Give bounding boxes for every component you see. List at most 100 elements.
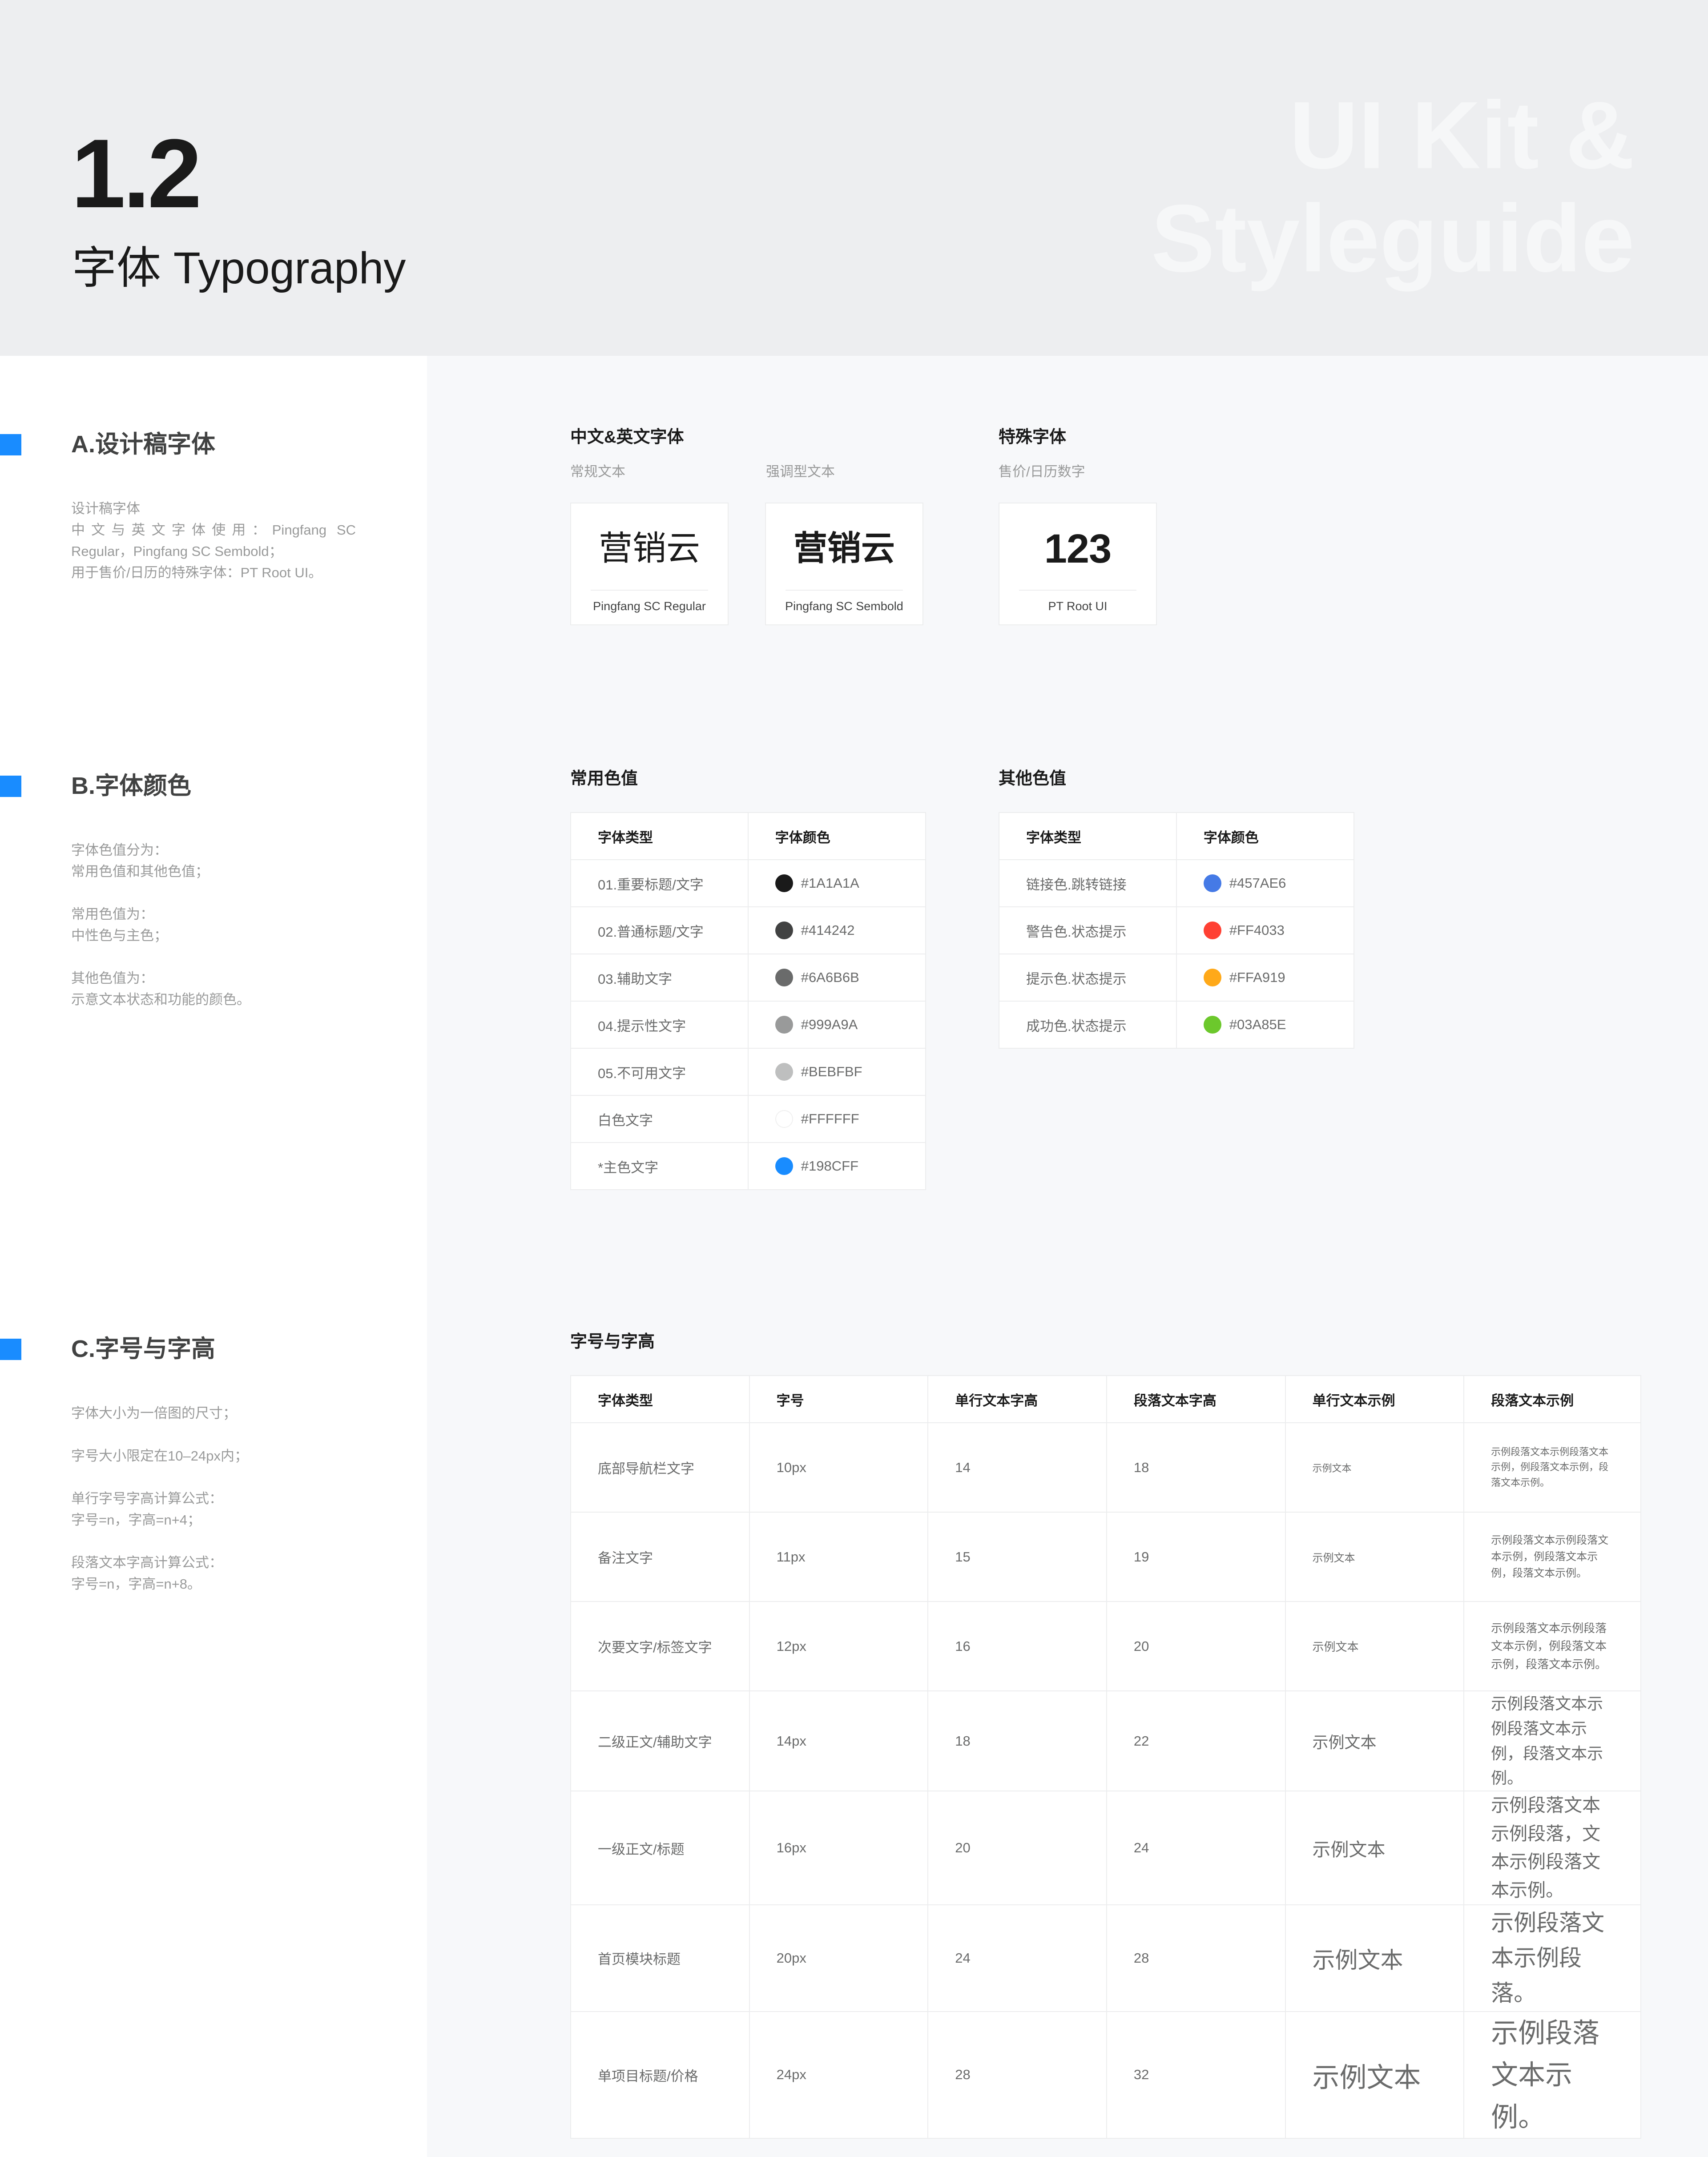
- table-row: 次要文字/标签文字 12px 16 20 示例文本 示例段落文本示例段落文本示例，例段落文…: [570, 1601, 1641, 1691]
- table-row: 底部导航栏文字 10px 14 18 示例文本 示例段落文本示例段落文本示例，例段落文本示…: [570, 1422, 1641, 1513]
- desc-line: 单行字号字高计算公式：: [71, 1491, 223, 1506]
- column-header: 段落文本字高: [1106, 1375, 1286, 1423]
- color-swatch: [775, 1063, 793, 1081]
- column-header: 单行文本字高: [927, 1375, 1107, 1423]
- single-line-example: 示例文本: [1285, 1791, 1465, 1906]
- line-height-cell: 20: [927, 1791, 1107, 1906]
- font-size-cell: 24px: [749, 2011, 929, 2139]
- font-color-cell: #414242: [747, 906, 927, 954]
- font-color-cell: #FFA919: [1176, 954, 1355, 1002]
- table-row: 一级正文/标题 16px 20 24 示例文本 示例段落文本示例段落，文本示例段落文本示例…: [570, 1791, 1641, 1906]
- line-height-cell: 28: [927, 2011, 1107, 2139]
- font-size-cell: 12px: [749, 1601, 929, 1691]
- para-height-cell: 24: [1106, 1791, 1286, 1906]
- table-row: 01.重要标题/文字 #1A1A1A: [570, 859, 927, 907]
- table-row: 04.提示性文字 #999A9A: [570, 1001, 927, 1049]
- font-color-cell: #6A6B6B: [747, 954, 927, 1002]
- font-card-caption: 售价/日历数字: [999, 464, 1085, 479]
- paragraph-example: 示例段落文本示例段落，文本示例段落文本示例。: [1463, 1791, 1641, 1906]
- paragraph-example: 示例段落文本示例段落文本示例，例段落文本示例，段落文本示例。: [1463, 1601, 1641, 1691]
- desc-line: 常用色值和其他色值；: [71, 864, 209, 879]
- font-type-cell: 底部导航栏文字: [570, 1422, 750, 1513]
- divider: [786, 590, 903, 591]
- column-header: 单行文本示例: [1285, 1375, 1465, 1423]
- font-type-cell: 01.重要标题/文字: [570, 859, 749, 907]
- font-type-cell: 02.普通标题/文字: [570, 906, 749, 954]
- single-line-example: 示例文本: [1285, 2011, 1465, 2139]
- font-type-cell: 成功色.状态提示: [999, 1001, 1177, 1049]
- font-name: Pingfang SC Regular: [593, 600, 706, 613]
- left-sidebar: [0, 356, 427, 2157]
- paragraph-example: 示例段落文本示例段落文本示例，例段落文本示例，段落文本示例。: [1463, 1422, 1641, 1513]
- font-type-cell: *主色文字: [570, 1142, 749, 1190]
- desc-line: 字号=n，字高=n+8。: [71, 1576, 201, 1592]
- column-header: 字体类型: [999, 812, 1177, 860]
- desc-line: 字体大小为一倍图的尺寸；: [71, 1405, 237, 1421]
- column-header: 字体类型: [570, 1375, 750, 1423]
- section-a-description: 设计稿字体 中文与英文字体使用：Pingfang SC Regular，Ping…: [71, 498, 360, 584]
- table-row: 白色文字 #FFFFFF: [570, 1095, 927, 1143]
- desc-line: 段落文本字高计算公式：: [71, 1555, 223, 1570]
- table-row: 备注文字 11px 15 19 示例文本 示例段落文本示例段落文本示例，例段落文本示例，段…: [570, 1512, 1641, 1602]
- font-card-semibold: 营销云 Pingfang SC Sembold: [765, 503, 923, 625]
- section-b-marker: [0, 776, 21, 797]
- fonts-group2-title: 特殊字体: [999, 428, 1067, 447]
- font-size-cell: 16px: [749, 1791, 929, 1906]
- font-sample: 营销云: [599, 530, 700, 567]
- line-height-cell: 24: [927, 1904, 1107, 2012]
- paragraph-example: 示例段落文本示例段落文本示例，段落文本示例。: [1463, 1690, 1641, 1792]
- section-a-title: A.设计稿字体: [71, 431, 215, 458]
- font-type-cell: 05.不可用文字: [570, 1048, 749, 1096]
- color-swatch: [775, 1157, 793, 1175]
- column-header: 字体颜色: [1176, 812, 1355, 860]
- single-line-example: 示例文本: [1285, 1512, 1465, 1602]
- color-swatch: [775, 1110, 793, 1128]
- color-swatch: [1203, 1016, 1221, 1034]
- color-swatch: [775, 874, 793, 892]
- table-header-row: 字体类型 字体颜色: [570, 812, 927, 860]
- font-color-cell: #FFFFFF: [747, 1095, 927, 1143]
- font-type-cell: 白色文字: [570, 1095, 749, 1143]
- hex-value: #FFA919: [1229, 970, 1285, 985]
- hex-value: #6A6B6B: [801, 970, 859, 985]
- font-color-cell: #BEBFBF: [747, 1048, 927, 1096]
- color-swatch: [1203, 922, 1221, 939]
- desc-line: 常用色值为：: [71, 906, 154, 922]
- table-header-row: 字体类型 字号 单行文本字高 段落文本字高 单行文本示例 段落文本示例: [570, 1375, 1641, 1423]
- desc-line: Regular，Pingfang SC Sembold；: [71, 543, 283, 559]
- color-swatch: [775, 922, 793, 939]
- line-height-cell: 14: [927, 1422, 1107, 1513]
- hex-value: #414242: [801, 922, 855, 938]
- sizes-title: 字号与字高: [570, 1332, 655, 1351]
- single-line-example: 示例文本: [1285, 1601, 1465, 1691]
- divider: [591, 590, 708, 591]
- desc-line: 字号大小限定在10–24px内；: [71, 1448, 248, 1464]
- page-title: 字体 Typography: [72, 243, 406, 293]
- font-type-cell: 首页模块标题: [570, 1904, 750, 2012]
- color-swatch: [775, 969, 793, 986]
- section-a-marker: [0, 434, 21, 455]
- font-color-cell: #FF4033: [1176, 906, 1355, 954]
- font-type-cell: 03.辅助文字: [570, 954, 749, 1002]
- section-c-title: C.字号与字高: [71, 1336, 215, 1362]
- table-row: 成功色.状态提示 #03A85E: [999, 1001, 1355, 1049]
- font-type-cell: 一级正文/标题: [570, 1791, 750, 1906]
- section-b-description: 字体色值分为： 常用色值和其他色值； 常用色值为： 中性色与主色； 其他色值为：…: [71, 840, 360, 1010]
- font-type-cell: 警告色.状态提示: [999, 906, 1177, 954]
- table-row: 首页模块标题 20px 24 28 示例文本 示例段落文本示例段落。: [570, 1904, 1641, 2012]
- desc-line: 字号=n，字高=n+4；: [71, 1512, 201, 1528]
- single-line-example: 示例文本: [1285, 1690, 1465, 1792]
- section-number: 1.2: [71, 119, 202, 228]
- font-name: Pingfang SC Sembold: [785, 600, 903, 613]
- table-row: 02.普通标题/文字 #414242: [570, 906, 927, 954]
- table-row: *主色文字 #198CFF: [570, 1142, 927, 1190]
- table-row: 二级正文/辅助文字 14px 18 22 示例文本 示例段落文本示例段落文本示例，段落文本…: [570, 1690, 1641, 1792]
- font-size-cell: 20px: [749, 1904, 929, 2012]
- color-swatch: [1203, 969, 1221, 986]
- para-height-cell: 32: [1106, 2011, 1286, 2139]
- font-type-cell: 备注文字: [570, 1512, 750, 1602]
- table-row: 03.辅助文字 #6A6B6B: [570, 954, 927, 1002]
- font-card-caption: 强调型文本: [766, 464, 835, 479]
- table-row: 警告色.状态提示 #FF4033: [999, 906, 1355, 954]
- column-header: 字号: [749, 1375, 929, 1423]
